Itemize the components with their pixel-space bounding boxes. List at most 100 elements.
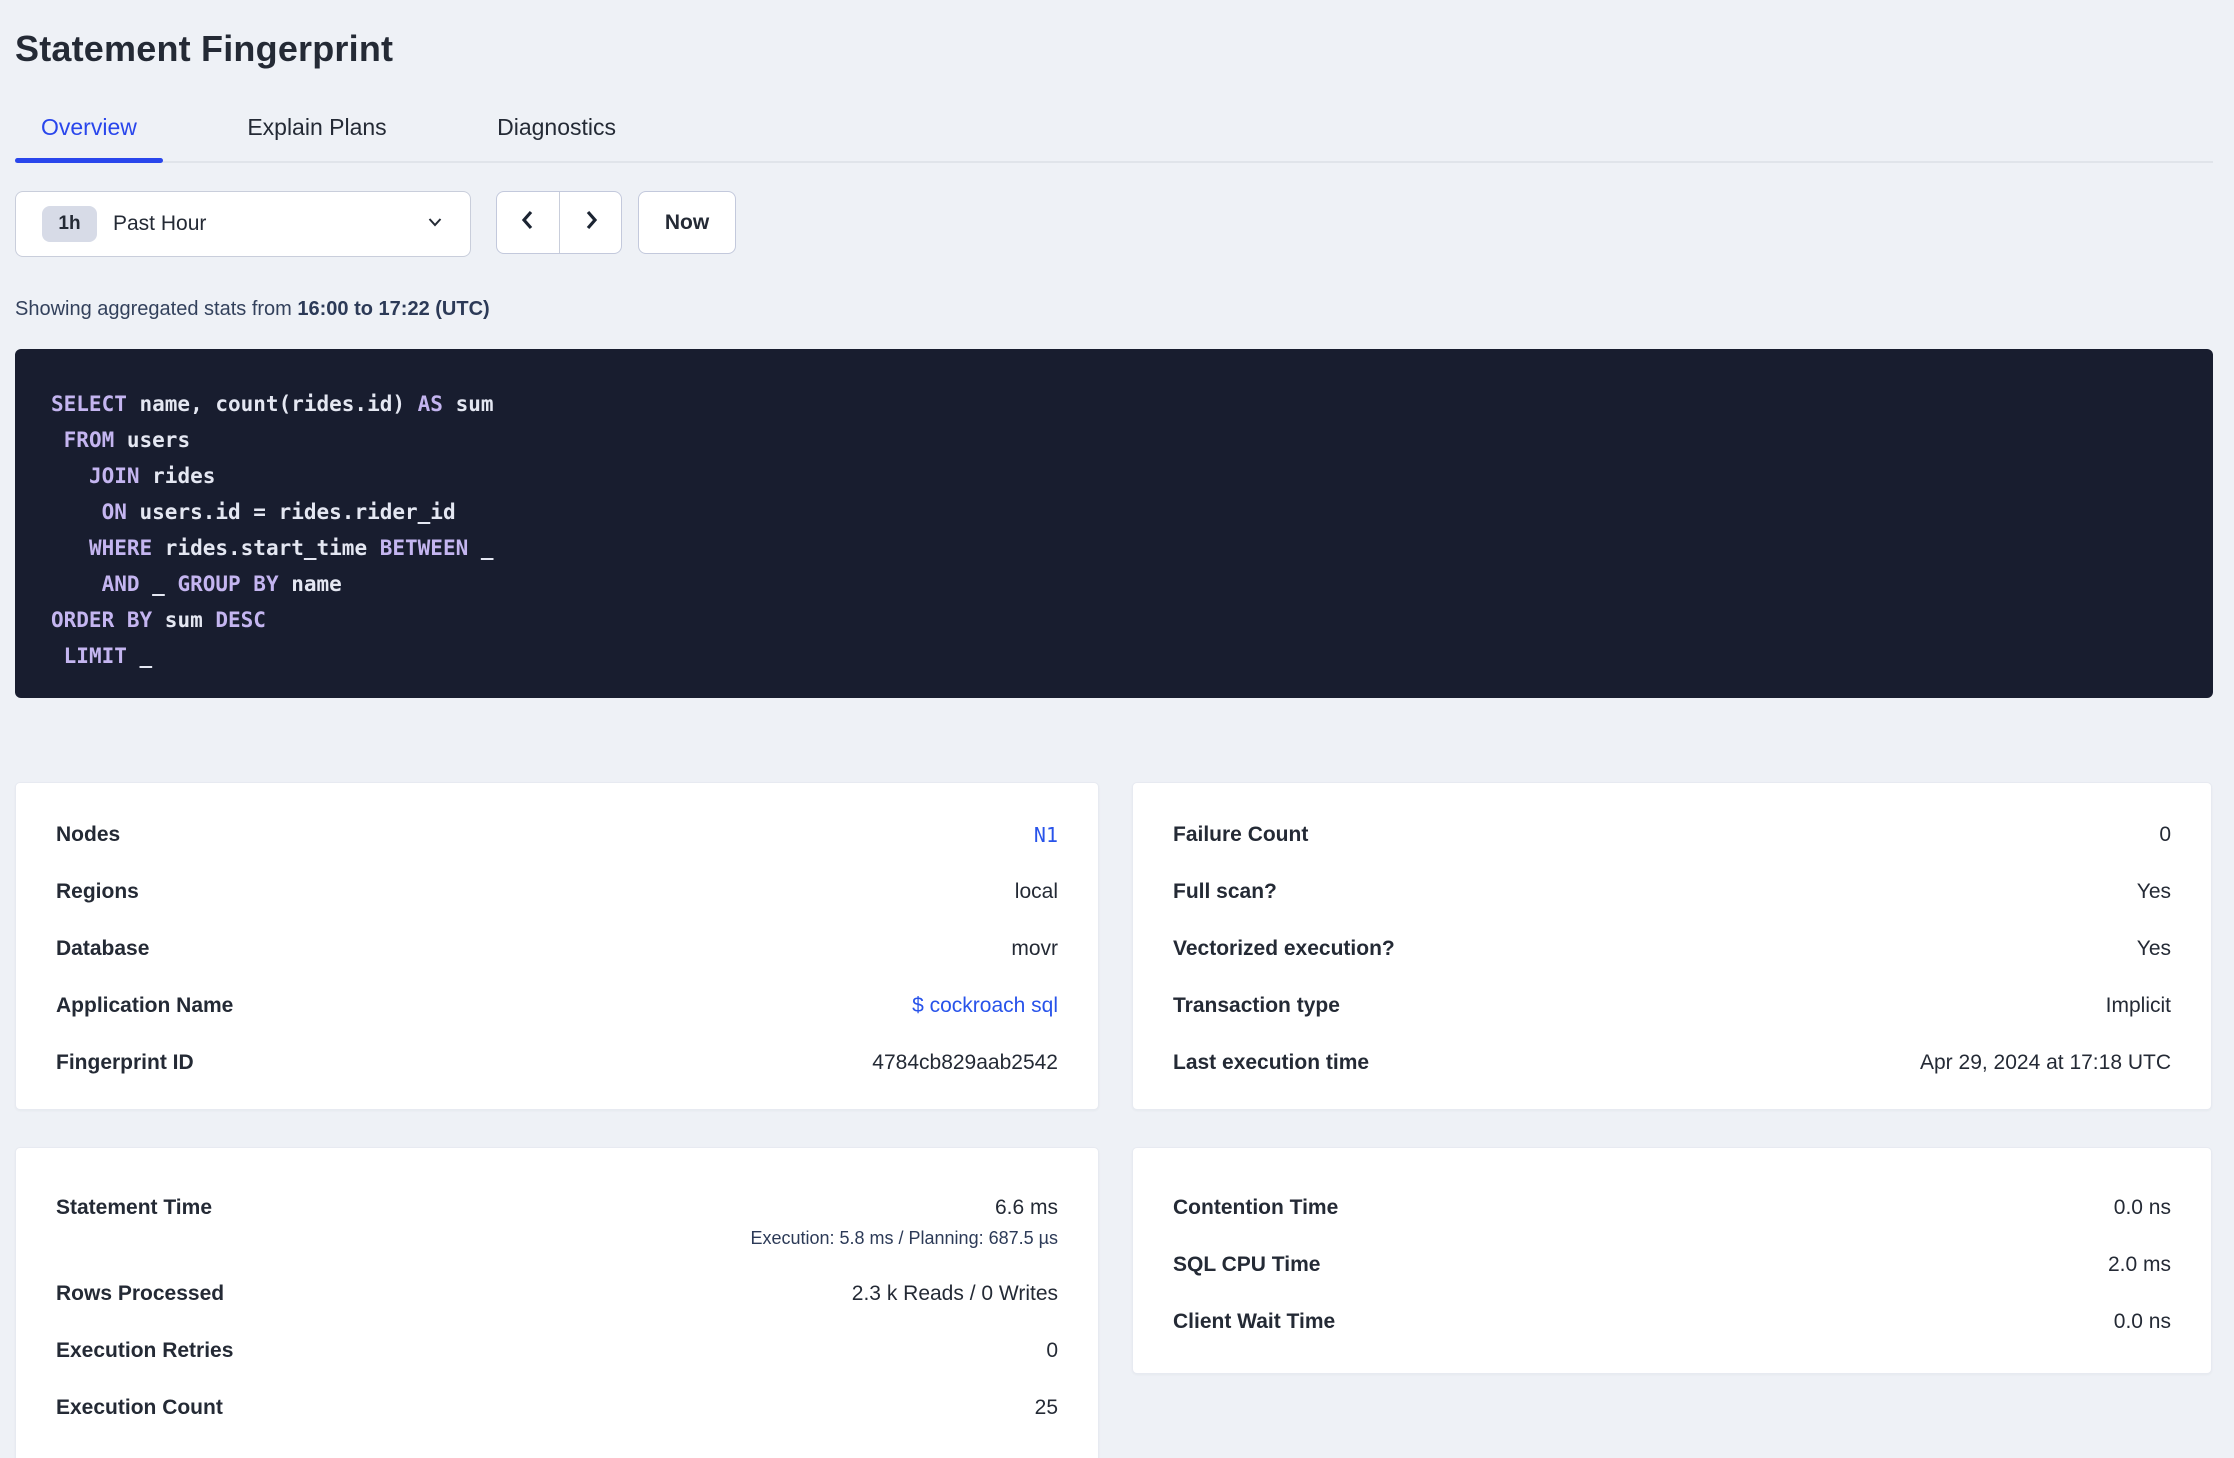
sql-line: ON users.id = rides.rider_id xyxy=(51,494,2177,530)
sql-keyword: LIMIT xyxy=(63,644,127,668)
sql-text: _ xyxy=(126,644,153,668)
row-value-link[interactable]: N1 xyxy=(1034,823,1058,847)
sql-keyword: FROM xyxy=(63,428,115,452)
sql-line: WHERE rides.start_time BETWEEN _ xyxy=(51,530,2177,566)
row-value: 0.0 ns xyxy=(2113,1196,2171,1219)
row-label: Nodes xyxy=(56,823,121,846)
chevron-left-icon xyxy=(516,208,540,237)
card-row: Fingerprint ID 4784cb829aab2542 xyxy=(56,1051,1058,1075)
chevron-down-icon xyxy=(424,211,446,238)
sql-keyword: AS xyxy=(417,392,443,416)
sql-line: LIMIT _ xyxy=(51,638,2177,674)
row-value: 0 xyxy=(2159,823,2171,846)
row-value-wrap: local xyxy=(1015,880,1058,904)
sql-text: name, count(rides.id) xyxy=(126,392,418,416)
overview-cards-row: Nodes N1 Regions local Database movr Applicati… xyxy=(15,782,2213,1110)
sql-text: rides xyxy=(139,464,216,488)
row-value-wrap: 0.0 ns xyxy=(2114,1196,2171,1220)
statement-details-card: Nodes N1 Regions local Database movr Applicati… xyxy=(15,782,1099,1110)
row-value-link[interactable]: $ cockroach sql xyxy=(912,994,1058,1017)
aggregated-stats-line: Showing aggregated stats from 16:00 to 1… xyxy=(15,298,2213,321)
tab-diagnostics[interactable]: Diagnostics xyxy=(471,114,642,161)
card-row: Rows Processed 2.3 k Reads / 0 Writes xyxy=(56,1282,1058,1306)
row-value-wrap: 2.3 k Reads / 0 Writes xyxy=(852,1282,1058,1306)
sql-keyword: SELECT xyxy=(51,392,127,416)
row-value: local xyxy=(1014,880,1058,903)
tab-explain-plans[interactable]: Explain Plans xyxy=(221,114,412,161)
row-value-wrap: Implicit xyxy=(2106,994,2171,1018)
row-value-wrap: 2.0 ms xyxy=(2108,1253,2171,1277)
sql-line: FROM users xyxy=(51,422,2177,458)
row-value-wrap: Yes xyxy=(2137,937,2171,961)
sql-line: AND _ GROUP BY name xyxy=(51,566,2177,602)
row-label: Execution Retries xyxy=(56,1339,234,1362)
time-step-buttons xyxy=(496,191,622,254)
sql-keyword: DESC xyxy=(215,608,266,632)
row-value-wrap: 0.0 ns xyxy=(2114,1310,2171,1334)
row-label: Contention Time xyxy=(1173,1196,1339,1219)
row-value-wrap: Apr 29, 2024 at 17:18 UTC xyxy=(1920,1051,2171,1075)
page-title: Statement Fingerprint xyxy=(15,28,394,69)
row-value-wrap: 6.6 ms Execution: 5.8 ms / Planning: 687.… xyxy=(750,1196,1058,1249)
row-value-wrap: 0 xyxy=(2159,823,2171,847)
card-row: Execution Retries 0 xyxy=(56,1339,1058,1363)
tab-overview[interactable]: Overview xyxy=(15,114,163,163)
row-value: movr xyxy=(1011,937,1058,960)
card-row: Statement Time 6.6 ms Execution: 5.8 ms / … xyxy=(56,1196,1058,1249)
row-value: 6.6 ms xyxy=(994,1196,1058,1219)
time-range-label: Past Hour xyxy=(113,212,207,235)
sql-keyword: BETWEEN xyxy=(379,536,469,560)
row-value-wrap: 25 xyxy=(1035,1396,1058,1420)
chevron-right-icon xyxy=(579,208,603,237)
card-row: Full scan? Yes xyxy=(1173,880,2171,904)
execution-attributes-card: Failure Count 0 Full scan? Yes Vectorized ex… xyxy=(1132,782,2212,1110)
row-value: Implicit xyxy=(2105,994,2171,1017)
row-value-wrap: N1 xyxy=(1034,823,1058,847)
row-value: 25 xyxy=(1034,1396,1058,1419)
statement-timing-card: Statement Time 6.6 ms Execution: 5.8 ms / … xyxy=(15,1147,1099,1458)
row-value: 4784cb829aab2542 xyxy=(872,1051,1058,1074)
sql-text: users xyxy=(114,428,191,452)
stats-line-prefix: Showing aggregated stats from xyxy=(15,298,298,320)
time-range-dropdown[interactable]: 1h Past Hour xyxy=(15,191,471,257)
row-label: Statement Time xyxy=(56,1196,212,1219)
row-value-wrap: Yes xyxy=(2137,880,2171,904)
sql-statement-box: SELECT name, count(rides.id) AS sum FROM… xyxy=(15,349,2213,698)
row-value-wrap: movr xyxy=(1011,937,1058,961)
row-value: 2.3 k Reads / 0 Writes xyxy=(851,1282,1058,1305)
time-range-badge: 1h xyxy=(42,206,97,242)
row-label: Rows Processed xyxy=(56,1282,225,1305)
row-value: 2.0 ms xyxy=(2107,1253,2171,1276)
row-label: Database xyxy=(56,937,150,960)
card-row: Transaction type Implicit xyxy=(1173,994,2171,1018)
card-row: Database movr xyxy=(56,937,1058,961)
row-value: Yes xyxy=(2136,880,2171,903)
previous-interval-button[interactable] xyxy=(497,192,559,253)
sql-keyword: AND xyxy=(101,572,140,596)
row-value-wrap: $ cockroach sql xyxy=(912,994,1058,1018)
row-subvalue: Execution: 5.8 ms / Planning: 687.5 µs xyxy=(750,1228,1058,1248)
sql-text: _ xyxy=(139,572,178,596)
card-row: Application Name $ cockroach sql xyxy=(56,994,1058,1018)
row-label: Transaction type xyxy=(1173,994,1340,1017)
sql-line: JOIN rides xyxy=(51,458,2177,494)
now-button[interactable]: Now xyxy=(638,191,736,254)
row-label: Fingerprint ID xyxy=(56,1051,194,1074)
sql-text: sum xyxy=(442,392,494,416)
card-row: Nodes N1 xyxy=(56,823,1058,847)
card-row: SQL CPU Time 2.0 ms xyxy=(1173,1253,2171,1277)
card-row: Execution Count 25 xyxy=(56,1396,1058,1420)
sql-line: SELECT name, count(rides.id) AS sum xyxy=(51,386,2177,422)
row-label: Client Wait Time xyxy=(1173,1310,1336,1333)
row-value-wrap: 4784cb829aab2542 xyxy=(872,1051,1058,1075)
sql-line: ORDER BY sum DESC xyxy=(51,602,2177,638)
time-controls: 1h Past Hour Now xyxy=(15,191,2213,257)
sql-keyword: GROUP BY xyxy=(177,572,279,596)
next-interval-button[interactable] xyxy=(559,192,621,253)
row-label: Application Name xyxy=(56,994,234,1017)
